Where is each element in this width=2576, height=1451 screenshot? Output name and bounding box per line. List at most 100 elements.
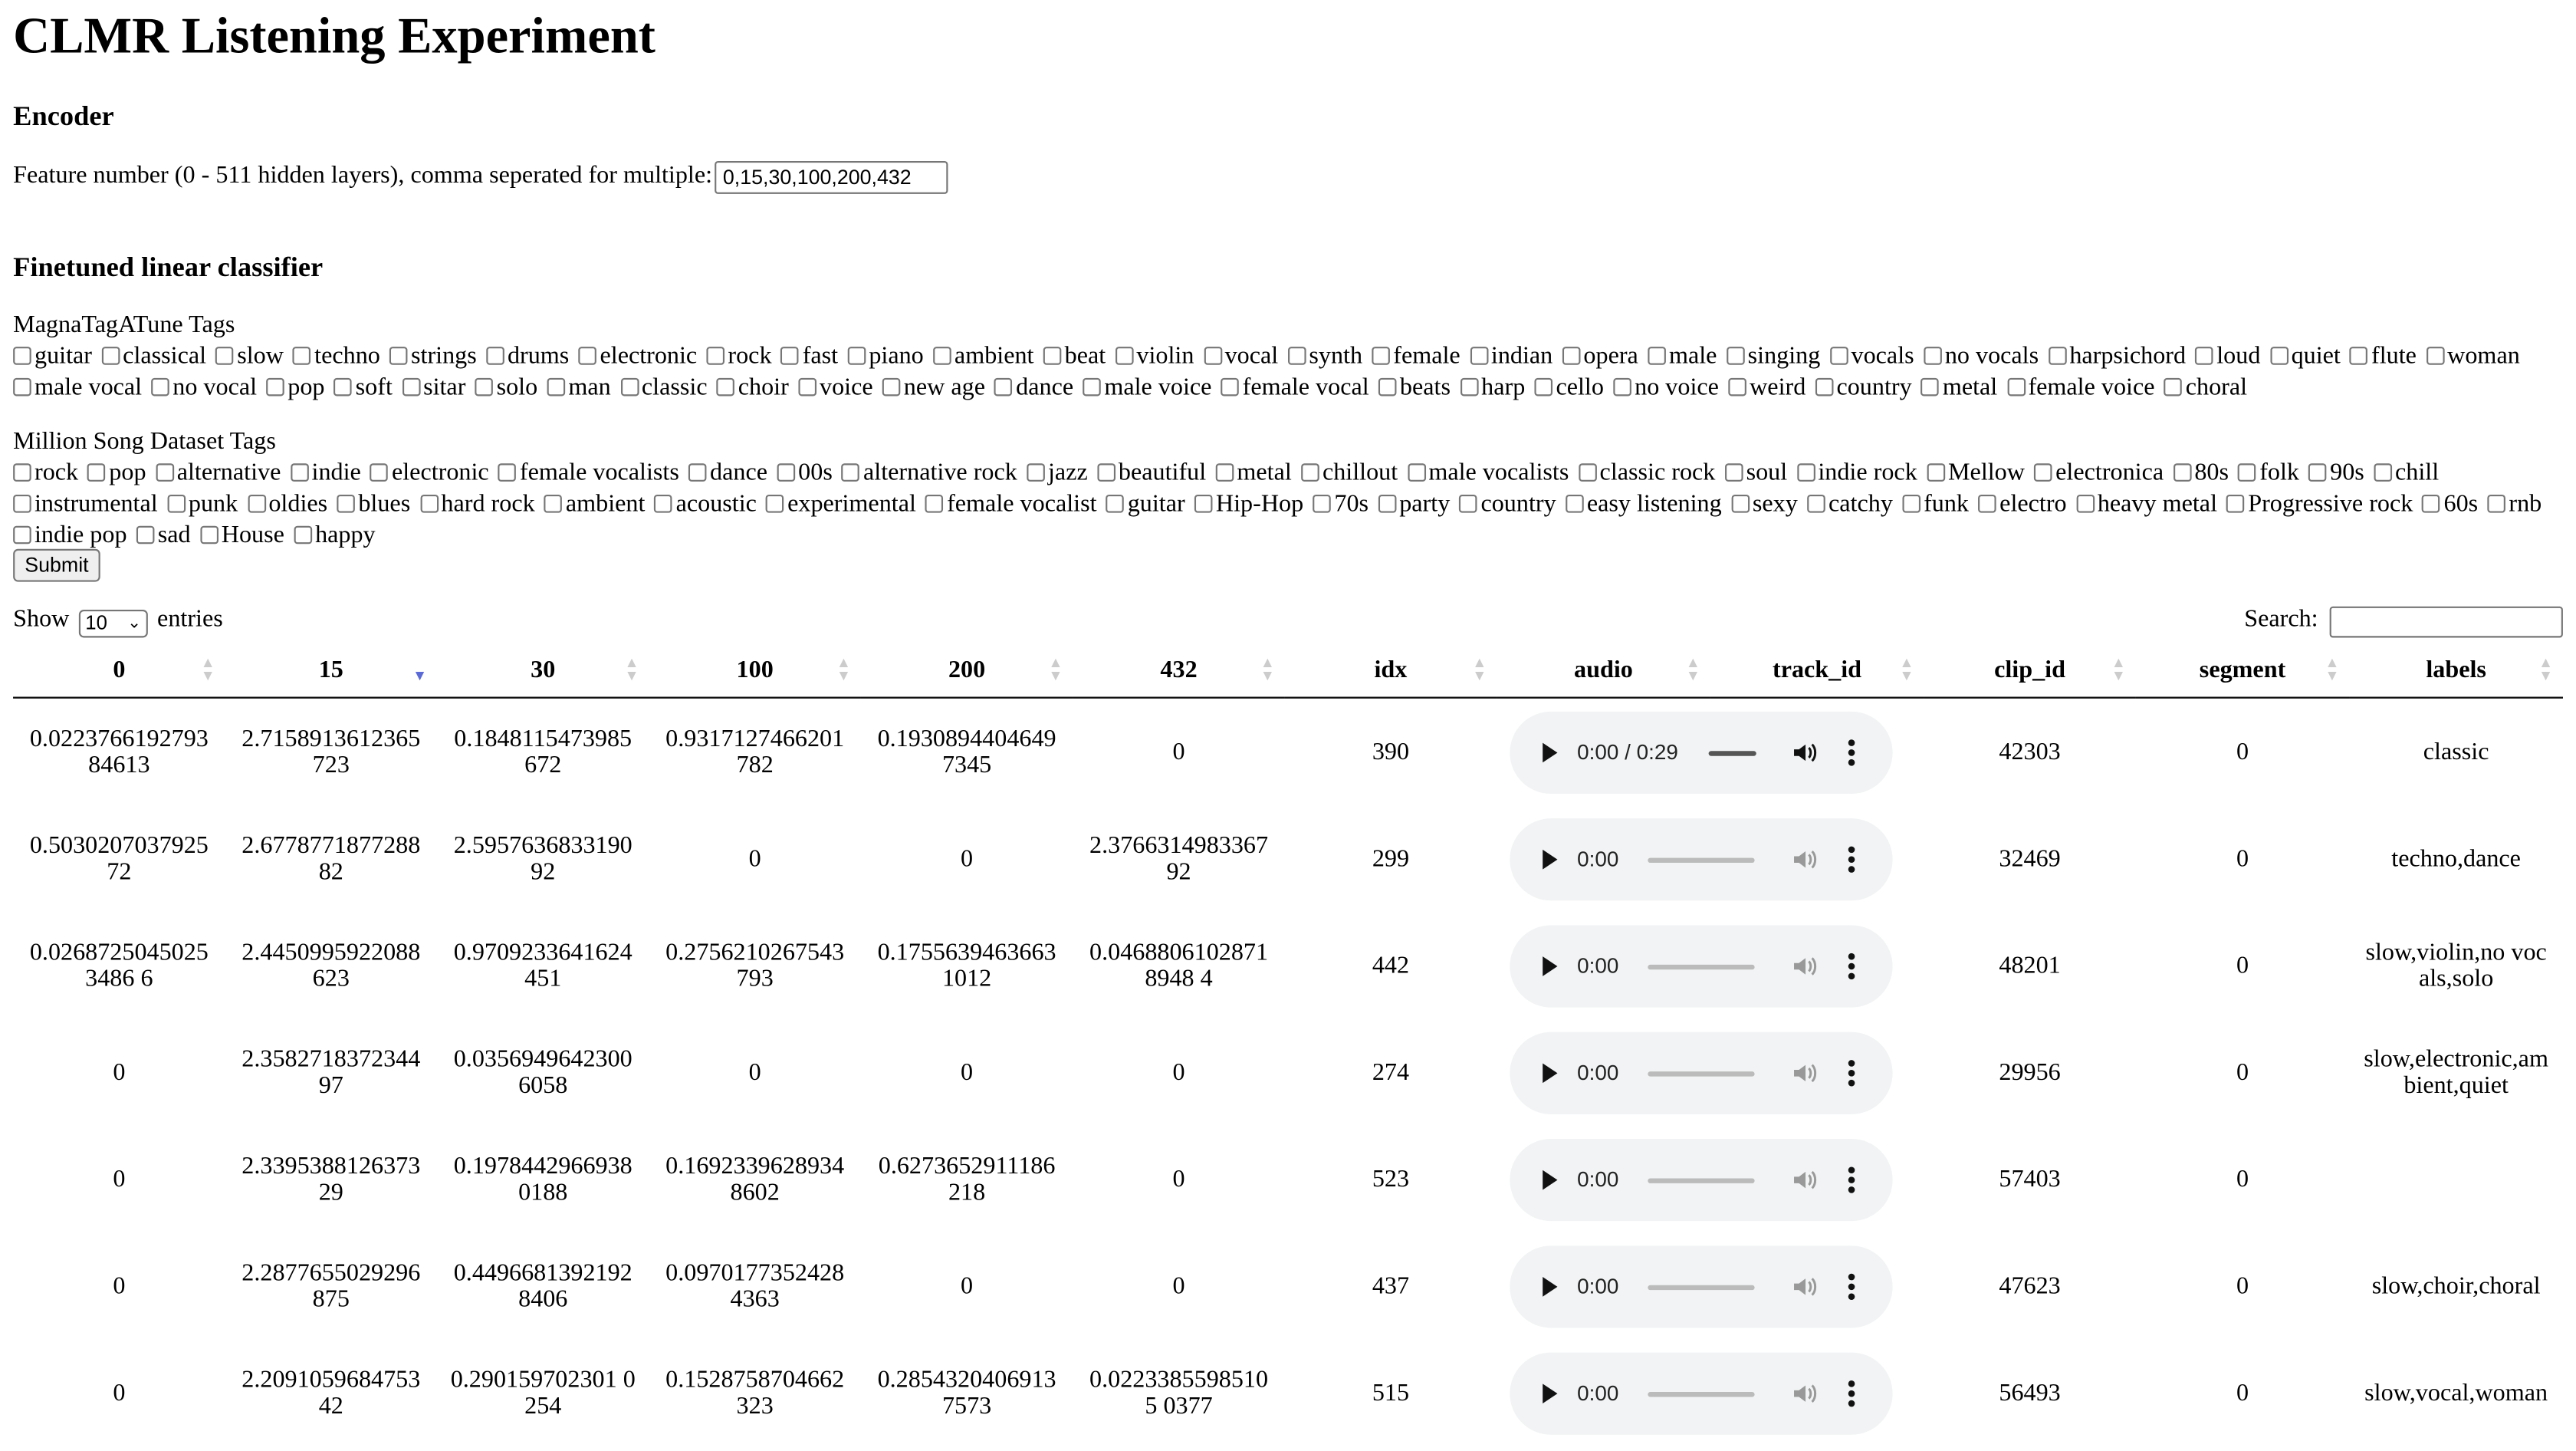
msd-tag[interactable]: punk <box>167 492 238 518</box>
seek-slider[interactable] <box>1708 750 1756 755</box>
msd-tag-checkbox[interactable] <box>419 495 439 513</box>
msd-tag-checkbox[interactable] <box>2422 495 2441 513</box>
mtat-tag[interactable]: voice <box>798 375 873 401</box>
play-icon[interactable] <box>1543 1169 1558 1189</box>
msd-tag[interactable]: folk <box>2238 460 2299 486</box>
mtat-tag[interactable]: new age <box>882 375 985 401</box>
mtat-tag-checkbox[interactable] <box>620 377 639 396</box>
msd-tag[interactable]: experimental <box>766 492 916 518</box>
msd-tag-checkbox[interactable] <box>1106 495 1125 513</box>
mtat-tag-checkbox[interactable] <box>389 347 408 365</box>
mtat-tag-checkbox[interactable] <box>933 347 951 365</box>
mtat-tag[interactable]: no vocals <box>1923 344 2039 370</box>
mtat-tag-checkbox[interactable] <box>1221 377 1240 396</box>
mtat-tag-checkbox[interactable] <box>2350 347 2368 365</box>
mtat-tag-checkbox[interactable] <box>1726 347 1745 365</box>
msd-tag-checkbox[interactable] <box>2487 495 2506 513</box>
mtat-tag[interactable]: rock <box>706 344 772 370</box>
msd-tag-checkbox[interactable] <box>925 495 944 513</box>
msd-tag-checkbox[interactable] <box>1902 495 1921 513</box>
mtat-tag[interactable]: man <box>547 375 611 401</box>
msd-tag[interactable]: House <box>199 522 284 549</box>
msd-tag-checkbox[interactable] <box>199 525 219 545</box>
msd-tag-checkbox[interactable] <box>1459 495 1478 513</box>
mtat-tag[interactable]: soft <box>334 375 393 401</box>
mtat-tag-checkbox[interactable] <box>2195 347 2213 365</box>
mtat-tag-checkbox[interactable] <box>2006 377 2026 396</box>
mtat-tag[interactable]: classical <box>101 344 206 370</box>
msd-tag[interactable]: chill <box>2374 460 2439 486</box>
mtat-tag[interactable]: no voice <box>1613 375 1719 401</box>
mtat-tag[interactable]: ambient <box>933 344 1033 370</box>
play-icon[interactable] <box>1543 848 1558 869</box>
more-options-icon[interactable] <box>1848 845 1855 872</box>
column-header[interactable]: 432 ▲ ▼ <box>1073 646 1285 699</box>
submit-button[interactable]: Submit <box>13 548 100 582</box>
mtat-tag[interactable]: slow <box>215 344 284 370</box>
msd-tag[interactable]: ambient <box>544 492 645 518</box>
mtat-tag[interactable]: flute <box>2350 344 2417 370</box>
msd-tag[interactable]: female vocalist <box>925 492 1097 518</box>
audio-player[interactable]: 0:00 <box>1510 818 1893 900</box>
mtat-tag[interactable]: country <box>1815 375 1912 401</box>
column-header[interactable]: 200 ▲ ▼ <box>860 646 1073 699</box>
mtat-tag-checkbox[interactable] <box>882 377 901 396</box>
column-header[interactable]: 30 ▲ ▼ <box>437 646 649 699</box>
mtat-tag-checkbox[interactable] <box>1921 377 1940 396</box>
mtat-tag-checkbox[interactable] <box>1083 377 1102 396</box>
mtat-tag-checkbox[interactable] <box>151 377 170 396</box>
mtat-tag-checkbox[interactable] <box>994 377 1013 396</box>
msd-tag-checkbox[interactable] <box>2226 495 2245 513</box>
volume-icon[interactable] <box>1791 1380 1817 1406</box>
msd-tag-checkbox[interactable] <box>1301 463 1319 482</box>
msd-tag-checkbox[interactable] <box>294 525 312 545</box>
msd-tag[interactable]: beautiful <box>1097 460 1206 486</box>
mtat-tag[interactable]: beat <box>1043 344 1106 370</box>
mtat-tag[interactable]: violin <box>1115 344 1194 370</box>
msd-tag-checkbox[interactable] <box>2374 463 2392 482</box>
mtat-tag-checkbox[interactable] <box>1648 347 1666 365</box>
seek-slider[interactable] <box>1648 857 1755 862</box>
mtat-tag-checkbox[interactable] <box>798 377 816 396</box>
mtat-tag-checkbox[interactable] <box>847 347 866 365</box>
msd-tag-checkbox[interactable] <box>13 525 31 545</box>
msd-tag-checkbox[interactable] <box>13 463 31 482</box>
msd-tag-checkbox[interactable] <box>1027 463 1045 482</box>
msd-tag[interactable]: indie pop <box>13 522 127 549</box>
play-icon[interactable] <box>1543 956 1558 976</box>
msd-tag-checkbox[interactable] <box>1927 463 1945 482</box>
seek-slider[interactable] <box>1648 1177 1755 1183</box>
mtat-tag[interactable]: strings <box>389 344 477 370</box>
msd-tag-checkbox[interactable] <box>1724 463 1743 482</box>
mtat-tag[interactable]: male voice <box>1083 375 1211 401</box>
msd-tag-checkbox[interactable] <box>1378 495 1396 513</box>
mtat-tag-checkbox[interactable] <box>1562 347 1581 365</box>
volume-icon[interactable] <box>1791 953 1817 979</box>
msd-tag[interactable]: oldies <box>247 492 327 518</box>
msd-tag[interactable]: happy <box>294 522 376 549</box>
seek-slider[interactable] <box>1648 963 1755 969</box>
mtat-tag[interactable]: fast <box>780 344 838 370</box>
mtat-tag[interactable]: woman <box>2426 344 2520 370</box>
audio-player[interactable]: 0:00 / 0:29 <box>1510 710 1893 793</box>
msd-tag-checkbox[interactable] <box>2238 463 2256 482</box>
mtat-tag[interactable]: solo <box>475 375 537 401</box>
msd-tag-checkbox[interactable] <box>1578 463 1597 482</box>
mtat-tag[interactable]: indian <box>1470 344 1552 370</box>
mtat-tag[interactable]: quiet <box>2269 344 2341 370</box>
column-header[interactable]: idx ▲ ▼ <box>1284 646 1497 699</box>
msd-tag[interactable]: electro <box>1978 492 2067 518</box>
mtat-tag-checkbox[interactable] <box>334 377 353 396</box>
column-header[interactable]: track_id ▲ ▼ <box>1710 646 1924 699</box>
msd-tag[interactable]: chillout <box>1301 460 1398 486</box>
msd-tag-checkbox[interactable] <box>290 463 309 482</box>
msd-tag-checkbox[interactable] <box>2173 463 2192 482</box>
mtat-tag-checkbox[interactable] <box>716 377 735 396</box>
msd-tag[interactable]: Hip-Hop <box>1194 492 1303 518</box>
more-options-icon[interactable] <box>1848 1059 1855 1086</box>
feature-number-input[interactable]: 0,15,30,100,200,432 <box>715 161 948 194</box>
volume-icon[interactable] <box>1791 1059 1817 1085</box>
audio-player[interactable]: 0:00 <box>1510 924 1893 1007</box>
msd-tag[interactable]: country <box>1459 492 1556 518</box>
mtat-tag[interactable]: female voice <box>2006 375 2155 401</box>
